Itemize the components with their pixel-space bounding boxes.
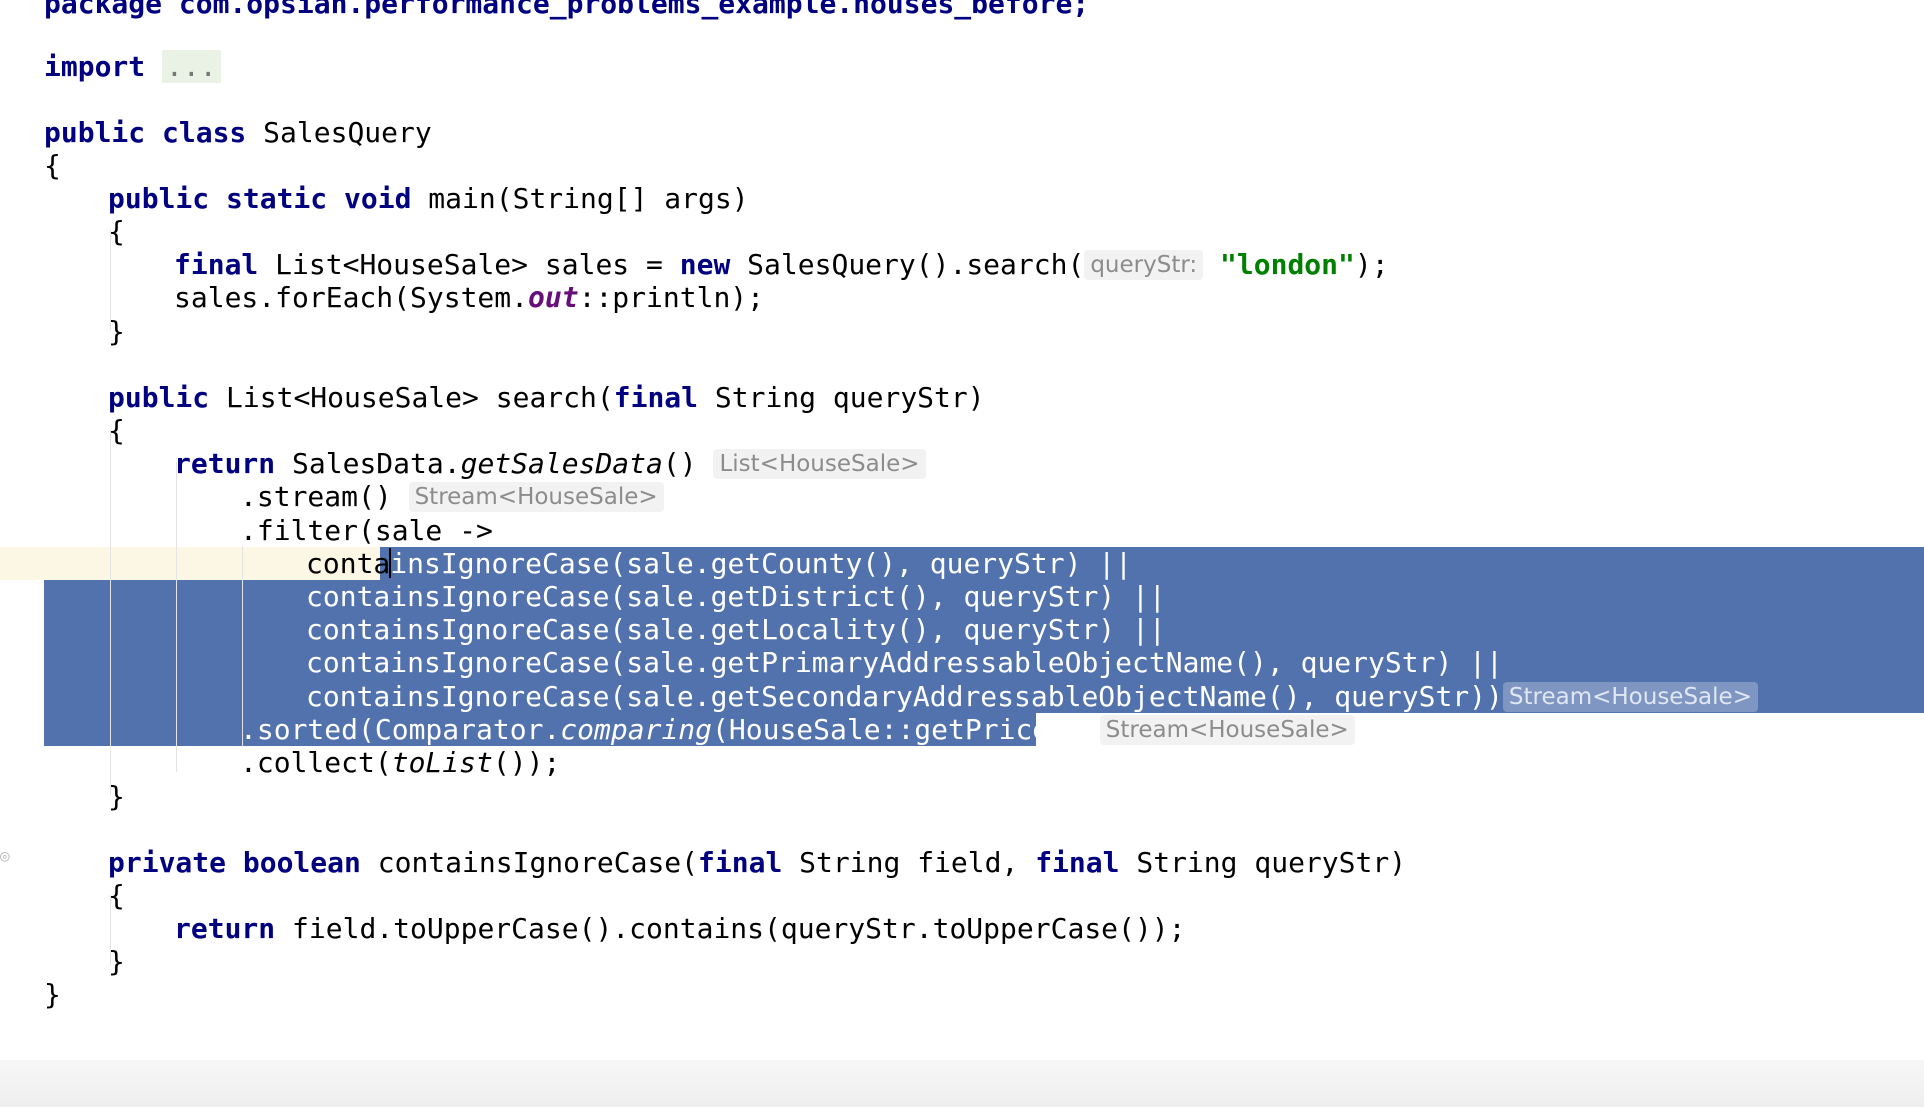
string-literal: "london" bbox=[1220, 248, 1355, 281]
final-keyword: final bbox=[174, 248, 259, 281]
stream-call: .stream() bbox=[240, 480, 392, 513]
code-line-brace: { bbox=[44, 149, 1924, 182]
statement-end: ); bbox=[1354, 248, 1389, 281]
code-line-brace: } bbox=[108, 780, 1924, 813]
code-line-contains-5: containsIgnoreCase(sale.getSecondaryAddr… bbox=[306, 680, 1924, 713]
type-hint: Stream<HouseSale> bbox=[408, 482, 664, 512]
call-parens: ()); bbox=[492, 746, 561, 779]
brace: { bbox=[108, 414, 125, 447]
call-parens: () bbox=[662, 447, 697, 480]
brace: } bbox=[108, 780, 125, 813]
public-keyword: public bbox=[108, 381, 210, 414]
code-line-return-contains: return field.toUpperCase().contains(quer… bbox=[174, 912, 1924, 945]
indent-guide bbox=[110, 430, 111, 795]
code-line-brace: { bbox=[108, 215, 1924, 248]
indent-guide bbox=[176, 462, 177, 772]
println-ref: ::println); bbox=[578, 281, 765, 314]
type-hint: Stream<HouseSale> bbox=[1099, 715, 1355, 745]
selected-text: comparing bbox=[560, 713, 713, 746]
code-line-return-stream: return SalesData.getSalesData() List<Hou… bbox=[174, 447, 1924, 480]
salesdata-ref: SalesData. bbox=[275, 447, 461, 480]
code-editor[interactable]: ◎ package com.opsian.performance_problem… bbox=[0, 0, 1924, 1060]
override-gutter-icon[interactable]: ◎ bbox=[0, 846, 10, 865]
code-line-brace: { bbox=[108, 414, 1924, 447]
selected-text: .sorted(Comparator. bbox=[240, 713, 561, 746]
method-name: containsIgnoreCase( bbox=[360, 846, 699, 879]
search-call: SalesQuery().search( bbox=[730, 248, 1085, 281]
code-line-brace: } bbox=[108, 945, 1924, 978]
code-line-contains-3: containsIgnoreCase(sale.getLocality(), q… bbox=[306, 613, 1924, 646]
foreach-call: sales.forEach(System. bbox=[174, 281, 529, 314]
selected-text: containsIgnoreCase(sale.getLocality(), q… bbox=[306, 613, 1166, 646]
class-modifiers: public class bbox=[44, 116, 247, 149]
brace: { bbox=[108, 215, 125, 248]
code-line-private-decl: private boolean containsIgnoreCase(final… bbox=[108, 846, 1924, 879]
return-keyword: return bbox=[174, 912, 276, 945]
collect-call: .collect( bbox=[240, 746, 392, 779]
type-hint: List<HouseSale> bbox=[713, 449, 926, 479]
selected-text: (HouseSale::getPrice)) bbox=[712, 713, 1083, 746]
package-keyword: package com.opsian.performance_problems_… bbox=[44, 0, 1090, 20]
code-line-brace: } bbox=[108, 315, 1924, 348]
selected-text: containsIgnoreCase(sale.getPrimaryAddres… bbox=[306, 646, 1503, 679]
new-keyword: new bbox=[679, 248, 731, 281]
code-line-search-decl: public List<HouseSale> search(final Stri… bbox=[108, 381, 1924, 414]
static-field-out: out bbox=[528, 281, 579, 314]
unselected-text: conta bbox=[306, 547, 391, 580]
sales-declaration: List<HouseSale> sales = bbox=[258, 248, 680, 281]
code-line-contains-4: containsIgnoreCase(sale.getPrimaryAddres… bbox=[306, 646, 1924, 679]
selected-text: containsIgnoreCase(sale.getSecondaryAddr… bbox=[306, 680, 1503, 713]
search-signature: List<HouseSale> search( bbox=[209, 381, 614, 414]
brace: } bbox=[108, 945, 125, 978]
import-fold-button[interactable]: ... bbox=[162, 50, 221, 83]
filter-call: .filter(sale -> bbox=[240, 514, 493, 547]
code-line-brace: } bbox=[44, 978, 1924, 1011]
param: String field, bbox=[782, 846, 1036, 879]
parameter-hint: queryStr: bbox=[1084, 250, 1204, 280]
main-modifiers: public static void bbox=[108, 182, 412, 215]
import-keyword: import bbox=[44, 50, 146, 83]
brace: } bbox=[108, 315, 125, 348]
final-keyword: final bbox=[613, 381, 699, 414]
code-line-main-decl: public static void main(String[] args) bbox=[108, 182, 1924, 215]
return-keyword: return bbox=[174, 447, 276, 480]
selected-text: insIgnoreCase(sale.getCounty(), queryStr… bbox=[390, 547, 1133, 580]
private-boolean-keywords: private boolean bbox=[108, 846, 361, 879]
code-line-package: package com.opsian.performance_problems_… bbox=[44, 0, 1924, 20]
code-line-class-decl: public class SalesQuery bbox=[44, 116, 1924, 149]
brace: } bbox=[44, 978, 61, 1011]
type-hint: Stream<HouseSale> bbox=[1502, 682, 1758, 712]
brace: { bbox=[108, 879, 125, 912]
code-line-import: import ... bbox=[44, 50, 1924, 83]
search-param: String queryStr) bbox=[698, 381, 985, 414]
code-line-filter: .filter(sale -> bbox=[240, 514, 1924, 547]
final-keyword: final bbox=[1035, 846, 1120, 879]
code-line-foreach: sales.forEach(System.out::println); bbox=[174, 281, 1924, 314]
brace: { bbox=[44, 149, 61, 182]
selected-text: containsIgnoreCase(sale.getDistrict(), q… bbox=[306, 580, 1166, 613]
code-line-sorted: .sorted(Comparator.comparing(HouseSale::… bbox=[240, 713, 1924, 746]
final-keyword: final bbox=[698, 846, 783, 879]
code-line-stream: .stream() Stream<HouseSale> bbox=[240, 480, 1924, 513]
return-expression: field.toUpperCase().contains(queryStr.to… bbox=[275, 912, 1186, 945]
code-line-contains-1: containsIgnoreCase(sale.getCounty(), que… bbox=[306, 547, 1924, 580]
code-line-brace: { bbox=[108, 879, 1924, 912]
code-line-collect: .collect(toList()); bbox=[240, 746, 1924, 779]
code-line-final-sales: final List<HouseSale> sales = new SalesQ… bbox=[174, 248, 1924, 281]
main-signature: main(String[] args) bbox=[411, 182, 749, 215]
param: String queryStr) bbox=[1119, 846, 1407, 879]
status-bar bbox=[0, 1060, 1924, 1107]
code-line-contains-2: containsIgnoreCase(sale.getDistrict(), q… bbox=[306, 580, 1924, 613]
class-name: SalesQuery bbox=[246, 116, 432, 149]
static-method-call: getSalesData bbox=[460, 447, 663, 480]
static-method-call: toList bbox=[391, 746, 493, 779]
